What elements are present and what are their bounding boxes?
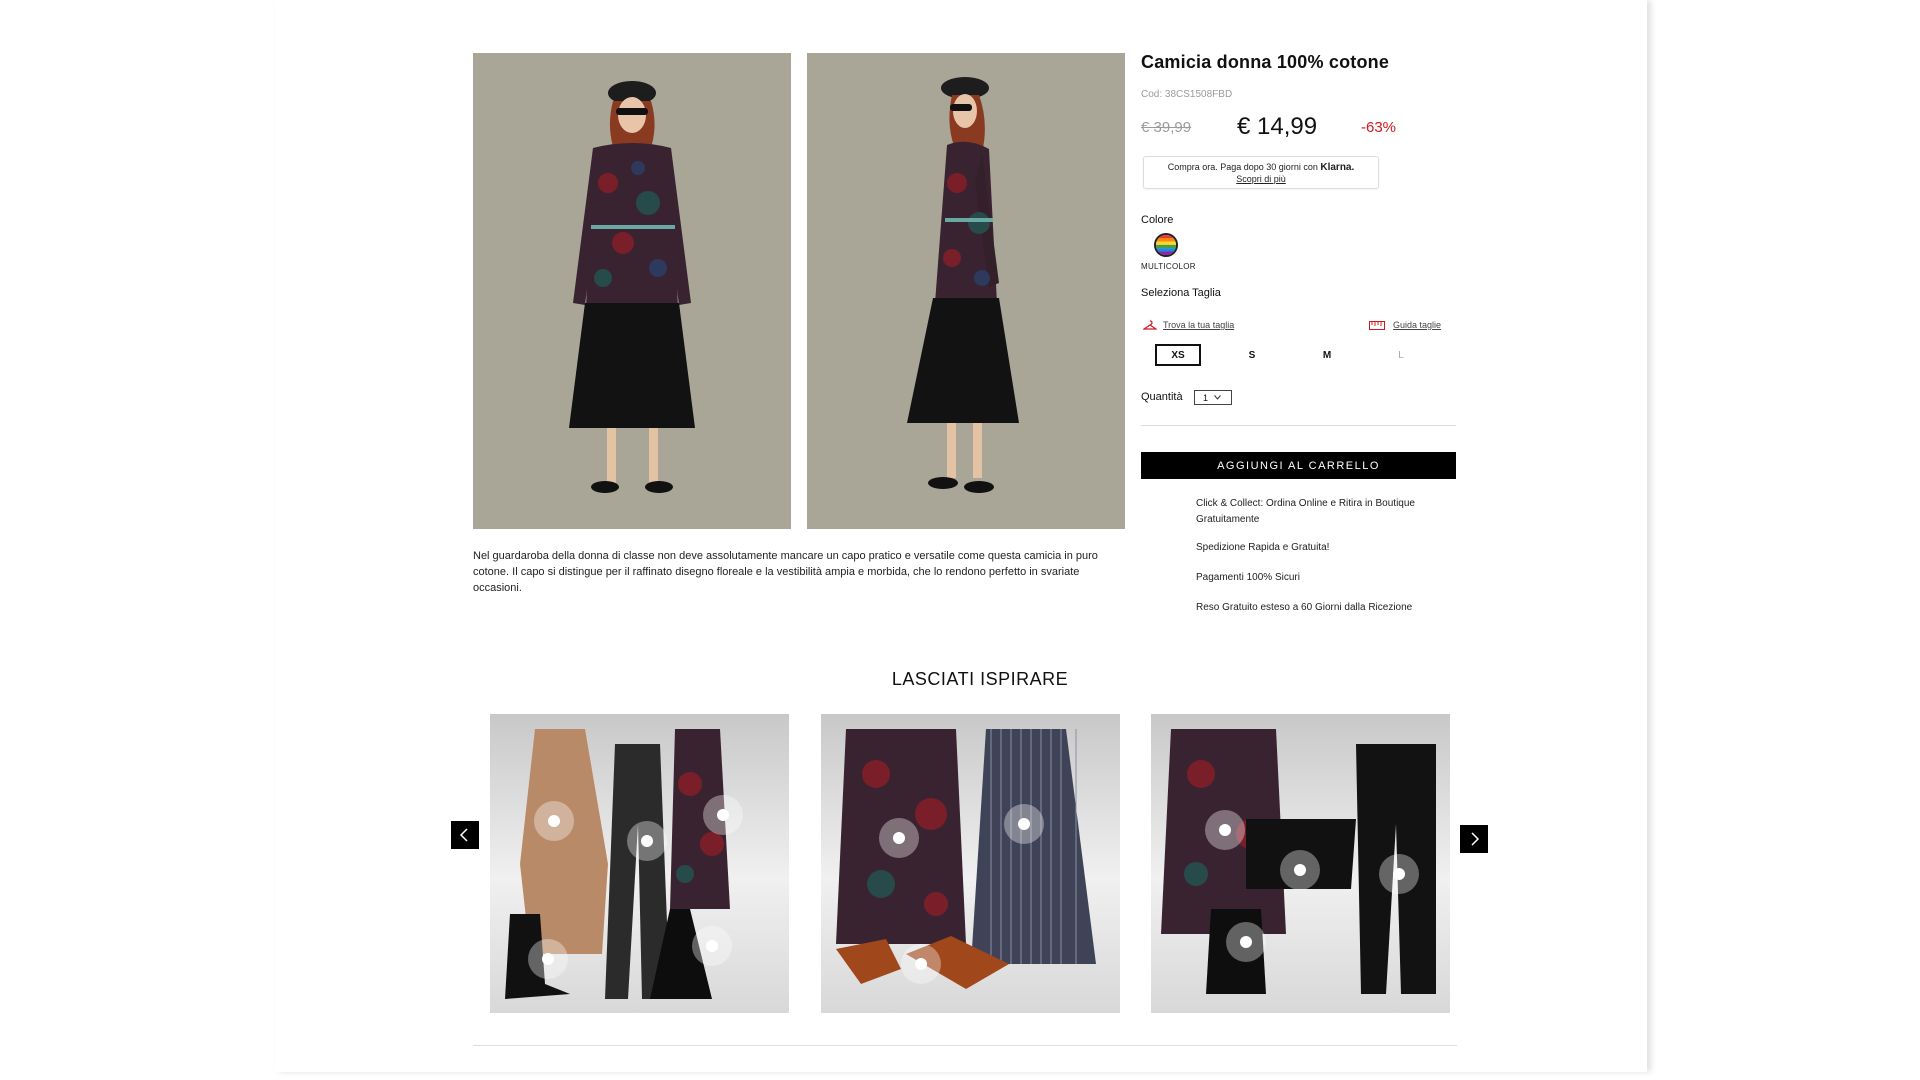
inspiration-title: LASCIATI ISPIRARE xyxy=(891,669,1069,689)
quantity-label: Quantità xyxy=(1141,391,1183,403)
size-option-m[interactable]: M xyxy=(1304,344,1350,366)
benefit-shipping: Spedizione Rapida e Gratuita! xyxy=(1196,542,1330,553)
look-2-image xyxy=(836,729,1096,989)
footer-divider xyxy=(473,1045,1457,1046)
carousel-next-button[interactable] xyxy=(1460,825,1488,853)
color-name: MULTICOLOR xyxy=(1141,262,1196,271)
model-side-image xyxy=(807,53,1125,529)
size-guide-link-wrap[interactable]: Guida taglie xyxy=(1369,320,1441,330)
size-label: Seleziona Taglia xyxy=(1141,287,1221,299)
quantity-value: 1 xyxy=(1203,392,1209,403)
look-card-3[interactable] xyxy=(1151,714,1450,1013)
chevron-left-icon xyxy=(459,828,468,842)
color-label: Colore xyxy=(1141,214,1174,226)
old-price: € 39,99 xyxy=(1141,119,1192,136)
quantity-select[interactable]: 1 xyxy=(1194,390,1232,405)
klarna-banner: Compra ora. Paga dopo 30 giorni con Klar… xyxy=(1143,156,1379,189)
product-photo-side[interactable] xyxy=(807,53,1125,529)
divider xyxy=(1141,425,1456,426)
ruler-icon xyxy=(1369,320,1385,330)
product-code: Cod: 38CS1508FBD xyxy=(1141,89,1233,100)
hanger-icon xyxy=(1143,320,1157,330)
product-photo-front[interactable] xyxy=(473,53,791,529)
color-swatch-multicolor[interactable] xyxy=(1154,233,1178,257)
benefit-click-collect: Click & Collect: Ordina Online e Ritira … xyxy=(1196,498,1415,525)
klarna-text: Compra ora. Paga dopo 30 giorni con xyxy=(1167,162,1318,172)
size-option-s[interactable]: S xyxy=(1229,344,1275,366)
klarna-link[interactable]: Scopri di più xyxy=(1144,174,1378,184)
size-option-l[interactable]: L xyxy=(1378,344,1424,366)
model-front-image xyxy=(473,53,791,529)
chevron-down-icon xyxy=(1214,395,1221,400)
product-title: Camicia donna 100% cotone xyxy=(1141,52,1390,72)
find-size-link[interactable]: Trova la tua taglia xyxy=(1163,320,1234,330)
rainbow-swatch-icon xyxy=(1156,235,1176,255)
chevron-right-icon xyxy=(1471,832,1480,846)
look-1-image xyxy=(505,729,743,999)
product-description: Nel guardaroba della donna di classe non… xyxy=(473,550,1098,594)
discount-badge: -63% xyxy=(1361,119,1397,136)
look-card-2[interactable] xyxy=(821,714,1120,1013)
size-option-xs[interactable]: XS xyxy=(1155,344,1201,366)
look-card-1[interactable] xyxy=(490,714,789,1013)
klarna-logo: Klarna. xyxy=(1320,162,1355,173)
benefit-returns: Reso Gratuito esteso a 60 Giorni dalla R… xyxy=(1196,602,1413,613)
benefit-payments: Pagamenti 100% Sicuri xyxy=(1196,572,1300,583)
look-3-image xyxy=(1161,729,1436,994)
current-price: € 14,99 xyxy=(1237,113,1318,140)
carousel-prev-button[interactable] xyxy=(451,821,479,849)
add-to-cart-button[interactable]: AGGIUNGI AL CARRELLO xyxy=(1141,452,1456,479)
find-size-link-wrap[interactable]: Trova la tua taglia xyxy=(1143,320,1234,330)
size-guide-link[interactable]: Guida taglie xyxy=(1393,320,1441,330)
